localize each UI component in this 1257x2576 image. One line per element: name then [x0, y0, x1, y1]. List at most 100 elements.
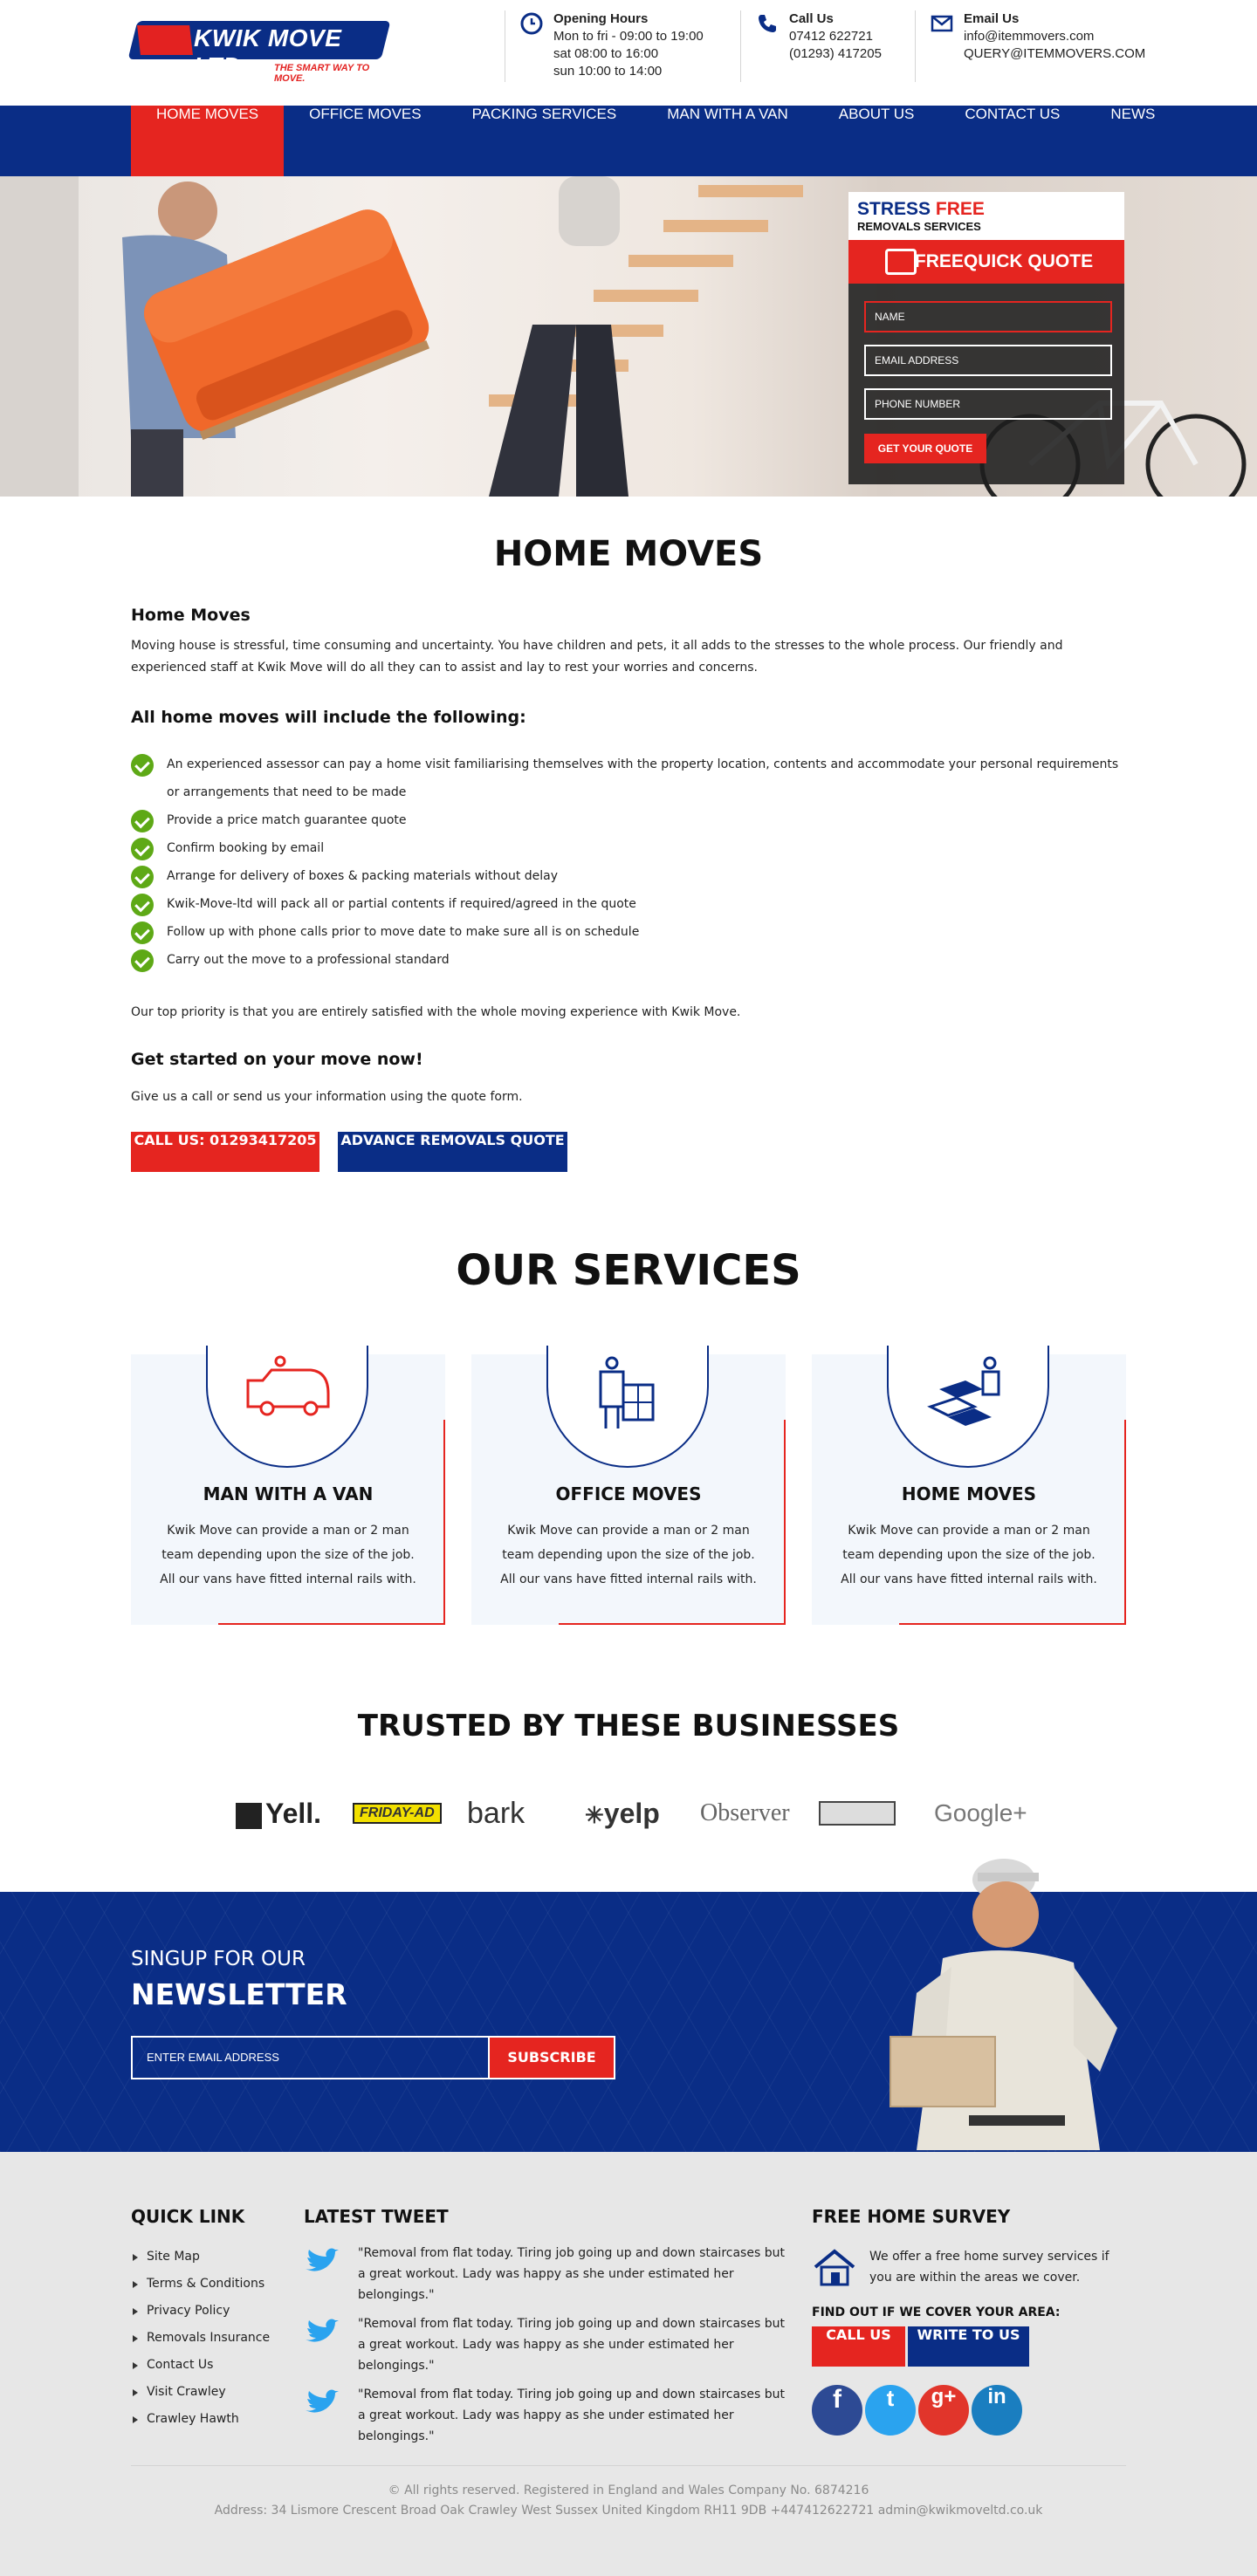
yell-mark-icon — [236, 1802, 262, 1829]
card-accent — [784, 1420, 786, 1625]
footer-link[interactable]: Visit Crawley — [131, 2379, 270, 2406]
service-icon-circle — [206, 1346, 368, 1468]
name-input[interactable]: NAME — [864, 301, 1112, 332]
service-desc: Kwik Move can provide a man or 2 man tea… — [160, 1524, 416, 1586]
yelp-logo[interactable]: ✳yelp — [585, 1796, 660, 1831]
yell-logo[interactable]: Yell. — [236, 1796, 321, 1831]
hero-banner: STRESS FREE REMOVALS SERVICES FREEQUICK … — [0, 176, 1257, 497]
yelp-burst-icon: ✳ — [585, 1802, 604, 1828]
delivery-man-image — [890, 1859, 1117, 2150]
get-started-title: Get started on your move now! — [131, 1050, 423, 1069]
address-text: Address: 34 Lismore Crescent Broad Oak C… — [214, 2504, 1043, 2518]
email-address[interactable]: info@itemmovers.com — [964, 28, 1145, 45]
free-label: FREE — [935, 199, 985, 219]
feature-list: An experienced assessor can pay a home v… — [131, 750, 1126, 974]
footer-link[interactable]: Crawley Hawth — [131, 2406, 270, 2433]
email-title: Email Us — [964, 11, 1020, 26]
card-accent — [899, 1623, 1126, 1625]
newsletter-kicker: SINGUP FOR OUR — [131, 1948, 306, 1970]
call-us: Call Us 07412 622721 (01293) 417205 — [756, 10, 931, 80]
quote-header-label: FREEQUICK QUOTE — [914, 251, 1094, 271]
card-accent — [1124, 1420, 1126, 1625]
check-icon — [131, 838, 154, 860]
footer-link[interactable]: Site Map — [131, 2244, 270, 2271]
newsletter-email-input[interactable]: ENTER EMAIL ADDRESS — [131, 2036, 488, 2079]
nav-office-moves[interactable]: OFFICE MOVES — [284, 106, 446, 176]
cover-area-title: FIND OUT IF WE COVER YOUR AREA: — [812, 2305, 1061, 2319]
card-accent — [218, 1623, 445, 1625]
quick-links: Site Map Terms & Conditions Privacy Poli… — [131, 2244, 270, 2433]
get-quote-button[interactable]: GET YOUR QUOTE — [864, 434, 986, 463]
footer-link[interactable]: Privacy Policy — [131, 2298, 270, 2325]
list-item: Kwik-Move-ltd will pack all or partial c… — [131, 890, 1126, 918]
check-icon — [131, 949, 154, 972]
local-directory-logo[interactable] — [819, 1801, 896, 1826]
email-input[interactable]: EMAIL ADDRESS — [864, 345, 1112, 376]
quote-form-body: NAME EMAIL ADDRESS PHONE NUMBER GET YOUR… — [848, 284, 1124, 484]
phone-number[interactable]: (01293) 417205 — [789, 45, 882, 63]
nav-contact-us[interactable]: CONTACT US — [939, 106, 1085, 176]
list-item: Confirm booking by email — [131, 834, 1126, 862]
free-survey-text: We offer a free home survey services if … — [869, 2250, 1109, 2285]
subscribe-button[interactable]: SUBSCRIBE — [488, 2036, 615, 2079]
removals-label: REMOVALS SERVICES — [857, 220, 981, 233]
quote-banner: STRESS FREE REMOVALS SERVICES — [848, 192, 1124, 240]
footer-link[interactable]: Terms & Conditions — [131, 2271, 270, 2298]
advance-quote-button[interactable]: ADVANCE REMOVALS QUOTE — [338, 1132, 567, 1172]
service-title: MAN WITH A VAN — [203, 1483, 374, 1504]
google-plus-icon[interactable]: g+ — [918, 2385, 969, 2436]
footer-write-button[interactable]: WRITE TO US — [908, 2326, 1029, 2367]
list-item: An experienced assessor can pay a home v… — [131, 750, 1126, 806]
logo[interactable]: KWIK MOVE LTD THE SMART WAY TO MOVE. — [127, 10, 395, 84]
header-separator — [915, 10, 916, 82]
header-separator — [740, 10, 741, 82]
service-title: OFFICE MOVES — [555, 1483, 702, 1504]
nav-news[interactable]: NEWS — [1085, 106, 1180, 176]
call-us-button[interactable]: CALL US: 01293417205 — [131, 1132, 319, 1172]
service-card[interactable]: MAN WITH A VAN Kwik Move can provide a m… — [131, 1346, 445, 1625]
service-icon-circle — [887, 1346, 1049, 1468]
clock-icon — [520, 12, 543, 35]
list-item: Provide a price match guarantee quote — [131, 806, 1126, 834]
footer-link[interactable]: Removals Insurance — [131, 2325, 270, 2352]
nav-man-with-a-van[interactable]: MAN WITH A VAN — [642, 106, 814, 176]
friday-ad-logo[interactable]: FRIDAY-AD — [353, 1803, 442, 1824]
card-accent — [559, 1623, 786, 1625]
envelope-icon — [931, 15, 953, 32]
partner-logos: Yell. FRIDAY-AD bark ✳yelp Observer Goog… — [0, 1796, 1257, 1831]
footer-call-button[interactable]: CALL US — [812, 2326, 905, 2367]
list-title: All home moves will include the followin… — [131, 708, 526, 727]
phone-number[interactable]: 07412 622721 — [789, 28, 882, 45]
hours-line: sat 08:00 to 16:00 — [553, 46, 659, 61]
trolley-icon — [599, 1356, 655, 1428]
facebook-icon[interactable]: f — [812, 2385, 862, 2436]
check-icon — [131, 921, 154, 944]
list-item: Carry out the move to a professional sta… — [131, 946, 1126, 974]
edit-icon — [885, 249, 917, 275]
boxes-icon — [927, 1356, 1000, 1426]
stress-label: STRESS — [857, 199, 931, 219]
phone-input[interactable]: PHONE NUMBER — [864, 388, 1112, 420]
house-icon — [814, 2249, 855, 2286]
nav-packing-services[interactable]: PACKING SERVICES — [447, 106, 642, 176]
footer-link[interactable]: Contact Us — [131, 2352, 270, 2379]
call-title: Call Us — [789, 11, 834, 26]
email-address[interactable]: QUERY@ITEMMOVERS.COM — [964, 45, 1145, 63]
opening-hours: Opening Hours Mon to fri - 09:00 to 19:0… — [520, 10, 730, 80]
google-plus-logo[interactable]: Google+ — [934, 1796, 1027, 1831]
copyright-text: © All rights reserved. Registered in Eng… — [388, 2484, 869, 2497]
service-card[interactable]: OFFICE MOVES Kwik Move can provide a man… — [471, 1346, 786, 1625]
service-card[interactable]: HOME MOVES Kwik Move can provide a man o… — [812, 1346, 1126, 1625]
observer-logo[interactable]: Observer — [700, 1796, 790, 1831]
twitter-social-icon[interactable]: t — [865, 2385, 916, 2436]
van-icon — [246, 1355, 330, 1416]
linkedin-icon[interactable]: in — [972, 2385, 1022, 2436]
nav-home-moves[interactable]: HOME MOVES — [131, 106, 285, 176]
bark-logo[interactable]: bark — [467, 1796, 525, 1831]
tweet-text: "Removal from flat today. Tiring job goi… — [358, 2388, 785, 2443]
twitter-icon — [306, 2248, 339, 2271]
page-title: HOME MOVES — [493, 534, 764, 574]
nav-about-us[interactable]: ABOUT US — [814, 106, 940, 176]
check-icon — [131, 810, 154, 832]
tweet-text: "Removal from flat today. Tiring job goi… — [358, 2246, 785, 2302]
